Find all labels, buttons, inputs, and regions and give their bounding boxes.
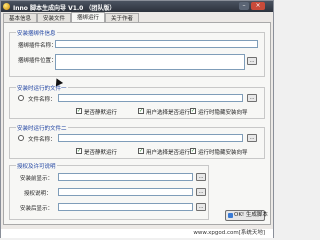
run-file-1-silent-label: 是否静默运行 <box>84 110 118 116</box>
bundle-info-group: 安装捆绑件信息 捆绑插件名称： 捆绑插件位置： ... <box>9 29 265 77</box>
run-file-2-legend: 安装时运行的文件二 <box>16 124 68 132</box>
pre-install-input[interactable] <box>58 173 193 181</box>
run-file-2-input[interactable] <box>58 134 243 142</box>
run-file-1-silent-checkbox[interactable]: ✓ <box>76 108 82 114</box>
post-install-browse-button[interactable]: ... <box>196 203 206 211</box>
bundle-name-input[interactable] <box>55 40 258 48</box>
auth-note-browse-button[interactable]: ... <box>196 188 206 196</box>
generate-script-label: OK! 生成脚本 <box>234 212 268 218</box>
run-file-2-radio[interactable] <box>18 135 24 141</box>
tab-panel: 安装捆绑件信息 捆绑插件名称： 捆绑插件位置： ... 安装时运行的文件一 文件… <box>3 22 271 225</box>
window-title: Inno 脚本生成向导 V1.0 （团队版） <box>13 5 116 12</box>
post-install-label: 安装后显示： <box>20 206 54 212</box>
run-file-2-label: 文件名称： <box>28 137 56 143</box>
bundle-position-browse-button[interactable]: ... <box>247 57 257 65</box>
post-install-input[interactable] <box>58 203 193 211</box>
pre-install-label: 安装前显示： <box>20 176 54 182</box>
run-file-1-input[interactable] <box>58 94 243 102</box>
run-file-1-group: 安装时运行的文件一 文件名称： ... ✓ 是否静默运行 ✓ 用户选择是否运行 … <box>9 84 265 119</box>
run-file-2-user-choice-label: 用户选择是否运行 <box>146 150 191 156</box>
run-file-1-radio[interactable] <box>18 95 24 101</box>
license-legend: 授权及许可说明 <box>16 162 57 170</box>
run-file-1-hide-wizard-checkbox[interactable]: ✓ <box>190 108 196 114</box>
auth-note-input[interactable] <box>58 188 193 196</box>
minimize-button[interactable]: – <box>239 2 249 10</box>
run-file-2-silent-label: 是否静默运行 <box>84 150 118 156</box>
run-file-1-browse-button[interactable]: ... <box>247 94 257 102</box>
run-file-1-legend: 安装时运行的文件一 <box>16 84 68 92</box>
title-bar: Inno 脚本生成向导 V1.0 （团队版） – × <box>1 1 273 12</box>
run-file-2-hide-wizard-checkbox[interactable]: ✓ <box>190 148 196 154</box>
run-file-2-browse-button[interactable]: ... <box>247 134 257 142</box>
run-file-1-label: 文件名称： <box>28 97 56 103</box>
generate-script-button[interactable]: OK! 生成脚本 <box>225 210 268 221</box>
run-file-2-user-choice-checkbox[interactable]: ✓ <box>138 148 144 154</box>
run-file-2-silent-checkbox[interactable]: ✓ <box>76 148 82 154</box>
run-file-1-user-choice-checkbox[interactable]: ✓ <box>138 108 144 114</box>
close-button[interactable]: × <box>251 2 265 10</box>
license-group: 授权及许可说明 安装前显示： ... 授权说明： ... 安装后显示： ... <box>9 162 209 220</box>
bundle-name-label: 捆绑插件名称： <box>18 43 57 49</box>
bundle-position-label: 捆绑插件位置： <box>18 58 57 64</box>
app-icon <box>3 3 10 10</box>
watermark: www.xpgod.com[系统天地] <box>1 229 273 238</box>
run-file-1-user-choice-label: 用户选择是否运行 <box>146 110 191 116</box>
pre-install-browse-button[interactable]: ... <box>196 173 206 181</box>
script-icon <box>228 213 233 218</box>
bundle-info-legend: 安装捆绑件信息 <box>16 29 57 37</box>
main-window: Inno 脚本生成向导 V1.0 （团队版） – × 基本信息 安装文件 捆绑运… <box>0 0 274 238</box>
run-file-2-group: 安装时运行的文件二 文件名称： ... ✓ 是否静默运行 ✓ 用户选择是否运行 … <box>9 124 265 159</box>
bundle-position-input[interactable] <box>55 54 245 70</box>
run-file-1-hide-wizard-label: 运行时隐藏安装向导 <box>198 110 248 116</box>
run-file-2-hide-wizard-label: 运行时隐藏安装向导 <box>198 150 248 156</box>
auth-note-label: 授权说明： <box>24 191 52 197</box>
